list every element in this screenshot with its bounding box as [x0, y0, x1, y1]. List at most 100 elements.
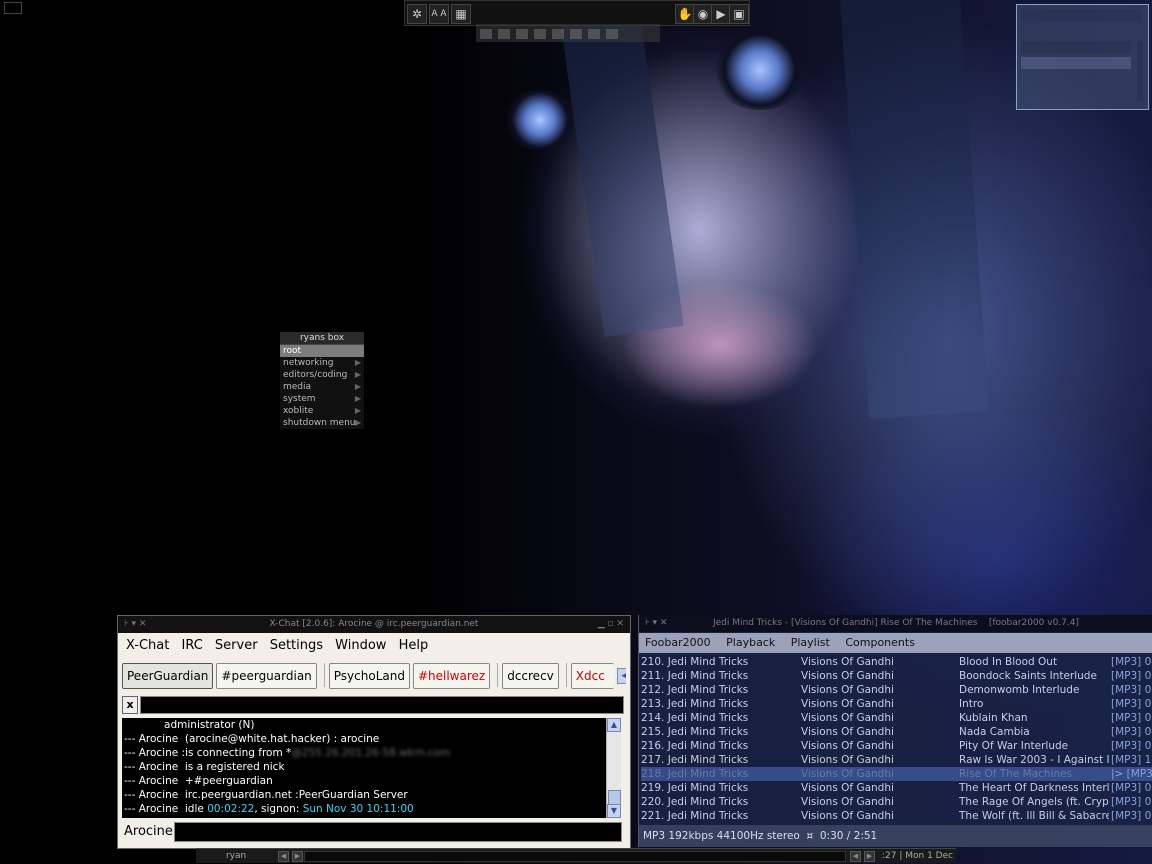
menu-item-media[interactable]: media ▶ [280, 381, 364, 393]
menu-playback[interactable]: Playback [726, 633, 775, 653]
menu-window[interactable]: Window [335, 636, 386, 656]
chat-log[interactable]: administrator (N) --- Arocine (arocine@w… [122, 718, 606, 818]
message-input[interactable] [174, 822, 622, 842]
track-number-artist: 214. Jedi Mind Tricks [641, 711, 799, 725]
menu-item-root[interactable]: root [280, 345, 364, 357]
track-number-artist: 213. Jedi Mind Tricks [641, 697, 799, 711]
window-menu-buttons[interactable]: ⊦ ▾ ✕ [124, 616, 146, 633]
chat-line: --- Arocine (arocine@white.hat.hacker) :… [122, 732, 606, 746]
transport-button[interactable] [480, 29, 492, 39]
track-number: 219. [641, 782, 665, 794]
corner-widget[interactable] [4, 2, 22, 14]
playlist-row[interactable]: 210. Jedi Mind Tricks Visions Of Gandhi Bl… [641, 655, 1152, 669]
xchat-titlebar[interactable]: ⊦ ▾ ✕ X-Chat [2.0.6]: Arocine @ irc.peer… [118, 616, 630, 633]
menu-item-shutdown[interactable]: shutdown menu ▶ [280, 417, 364, 429]
playlist-row[interactable]: 215. Jedi Mind Tricks Visions Of Gandhi Na… [641, 725, 1152, 739]
chat-line: --- Arocine irc.peerguardian.net :PeerGu… [122, 788, 606, 802]
mini-row [1021, 57, 1131, 69]
font-size-icon[interactable]: A A [429, 4, 449, 24]
playlist-row[interactable]: 221. Jedi Mind Tricks Visions Of Gandhi Th… [641, 809, 1152, 823]
tab-prev-icon[interactable]: ◀ [616, 668, 626, 684]
submenu-arrow-icon: ▶ [354, 406, 361, 415]
track-title: Nada Cambia [959, 726, 1030, 738]
track-number-artist: 217. Jedi Mind Tricks [641, 753, 799, 767]
nick-button[interactable]: Arocine [124, 824, 173, 839]
menu-help[interactable]: Help [399, 636, 429, 656]
menu-server[interactable]: Server [215, 636, 258, 656]
idle-time: 00:02:22 [207, 803, 255, 815]
transport-button[interactable] [498, 29, 510, 39]
playlist-row[interactable]: 220. Jedi Mind Tricks Visions Of Gandhi Th… [641, 795, 1152, 809]
track-number: 217. [641, 754, 665, 766]
menu-item-xoblite[interactable]: xoblite ▶ [280, 405, 364, 417]
playlist-row[interactable]: 216. Jedi Mind Tricks Visions Of Gandhi Pi… [641, 739, 1152, 753]
window-control-buttons[interactable]: ▁ ▫ ✕ [598, 616, 624, 633]
transport-button[interactable] [552, 29, 564, 39]
transport-button[interactable] [516, 29, 528, 39]
menu-foobar2000[interactable]: Foobar2000 [645, 633, 711, 653]
mini-player-window[interactable] [1016, 4, 1149, 110]
mini-scrollbar[interactable] [1137, 41, 1143, 101]
tab-peerguardian[interactable]: PeerGuardian [122, 663, 214, 689]
track-number-artist: 215. Jedi Mind Tricks [641, 725, 799, 739]
topic-field[interactable] [140, 696, 624, 714]
transport-button[interactable] [534, 29, 546, 39]
menu-item-networking[interactable]: networking ▶ [280, 357, 364, 369]
taskmanager-icon[interactable]: ▦ [451, 4, 471, 24]
menu-item-label: networking [283, 358, 334, 368]
menu-item-system[interactable]: system ▶ [280, 393, 364, 405]
scroll-down-icon[interactable]: ▼ [607, 804, 621, 818]
playlist-row[interactable]: 218. Jedi Mind Tricks Visions Of Gandhi Ri… [641, 767, 1152, 781]
chat-prefix: --- [124, 761, 136, 773]
foobar-menubar: Foobar2000 Playback Playlist Components [639, 633, 1152, 653]
scroll-up-icon[interactable]: ▲ [607, 718, 621, 732]
media-play-icon[interactable]: ▶ [711, 4, 731, 24]
next-workspace-icon[interactable]: ▶ [292, 851, 303, 862]
playlist-row[interactable]: 212. Jedi Mind Tricks Visions Of Gandhi De… [641, 683, 1152, 697]
workspace-user[interactable]: ryan [226, 849, 246, 863]
hand-icon[interactable]: ✋ [675, 4, 695, 24]
prev-workspace-icon[interactable]: ◀ [278, 851, 289, 862]
eye-icon[interactable]: ◉ [693, 4, 713, 24]
tab-peerguardian-channel[interactable]: #peerguardian [216, 663, 317, 689]
playlist-row[interactable]: 213. Jedi Mind Tricks Visions Of Gandhi In… [641, 697, 1152, 711]
tab-dccrecv[interactable]: dccrecv [502, 663, 559, 689]
menu-components[interactable]: Components [845, 633, 915, 653]
menu-playlist[interactable]: Playlist [791, 633, 830, 653]
chat-scrollbar[interactable]: ▲ ▼ [606, 718, 621, 818]
tools-icon[interactable]: ✲ [407, 4, 427, 24]
transport-button[interactable] [570, 29, 582, 39]
track-info: [MP3] 03: [1111, 712, 1152, 724]
track-title: Rise Of The Machines [959, 768, 1073, 780]
menu-item-editors-coding[interactable]: editors/coding ▶ [280, 369, 364, 381]
transport-button[interactable] [606, 29, 618, 39]
chat-text: , signon: [254, 803, 303, 815]
transport-button[interactable] [588, 29, 600, 39]
submenu-arrow-icon: ▶ [354, 370, 361, 379]
menu-irc[interactable]: IRC [181, 636, 202, 656]
track-info: [MP3] 00: [1111, 670, 1152, 682]
menu-settings[interactable]: Settings [270, 636, 323, 656]
tab-xdcc[interactable]: Xdcc [570, 663, 614, 689]
system-toolbar: ✲ A A ▦ ✋ ◉ ▶ ▣ [404, 0, 750, 26]
foobar-titlebar[interactable]: ⊦ ▾ ✕ Jedi Mind Tricks - [Visions Of Gan… [639, 615, 1152, 632]
menu-xchat[interactable]: X-Chat [126, 636, 169, 656]
track-artist: Jedi Mind Tricks [667, 726, 749, 738]
window-menu-buttons[interactable]: ⊦ ▾ ✕ [645, 615, 667, 632]
track-number: 221. [641, 810, 665, 822]
playlist-row[interactable]: 214. Jedi Mind Tricks Visions Of Gandhi Ku… [641, 711, 1152, 725]
playlist-row[interactable]: 211. Jedi Mind Tricks Visions Of Gandhi Bo… [641, 669, 1152, 683]
playlist[interactable]: 210. Jedi Mind Tricks Visions Of Gandhi Bl… [641, 655, 1152, 823]
network-icon[interactable]: ▣ [729, 4, 749, 24]
wallpaper-eye-right [710, 30, 810, 110]
close-tab-button[interactable]: x [122, 696, 138, 714]
tab-hellwarez[interactable]: #hellwarez [412, 663, 491, 689]
prev-task-icon[interactable]: ◀ [850, 851, 861, 862]
task-area[interactable] [304, 851, 846, 862]
wallpaper-eye-left [500, 90, 580, 150]
playlist-row[interactable]: 219. Jedi Mind Tricks Visions Of Gandhi Th… [641, 781, 1152, 795]
submenu-arrow-icon: ▶ [354, 418, 361, 427]
playlist-row[interactable]: 217. Jedi Mind Tricks Visions Of Gandhi Ra… [641, 753, 1152, 767]
tab-psycholand[interactable]: PsychoLand [328, 663, 410, 689]
next-task-icon[interactable]: ▶ [864, 851, 875, 862]
